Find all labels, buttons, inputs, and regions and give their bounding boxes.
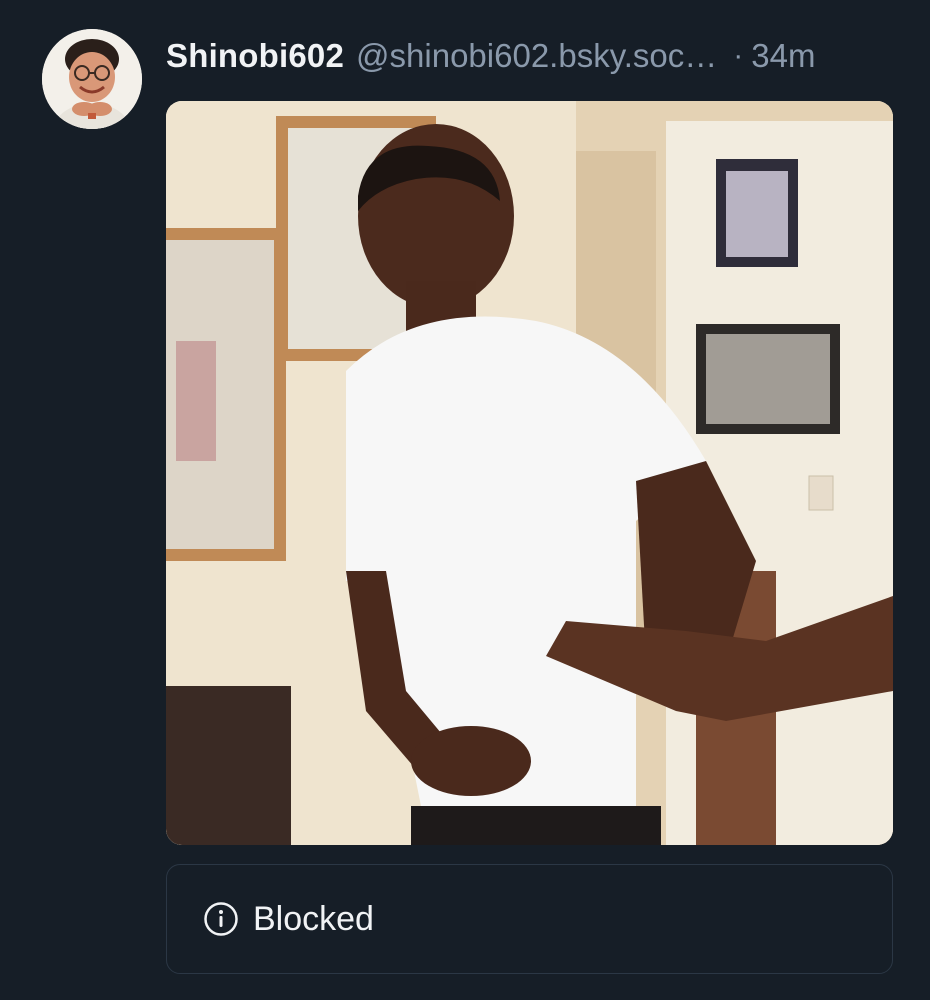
avatar-image [42, 29, 142, 129]
post-header: Shinobi602 @shinobi602.bsky.soc… · 34m [166, 34, 896, 78]
header-separator: · [733, 39, 744, 72]
post-media-gif[interactable] [166, 101, 893, 845]
post-timestamp[interactable]: 34m [751, 34, 815, 78]
blocked-embed-notice[interactable]: Blocked [166, 864, 893, 974]
author-handle[interactable]: @shinobi602.bsky.soc… [356, 34, 717, 78]
blocked-label: Blocked [253, 900, 374, 938]
author-avatar[interactable] [42, 29, 142, 129]
gif-image [166, 101, 893, 845]
author-display-name[interactable]: Shinobi602 [166, 34, 344, 78]
feed-post[interactable]: Shinobi602 @shinobi602.bsky.soc… · 34m B… [0, 0, 930, 1000]
info-circle-icon [203, 901, 239, 937]
